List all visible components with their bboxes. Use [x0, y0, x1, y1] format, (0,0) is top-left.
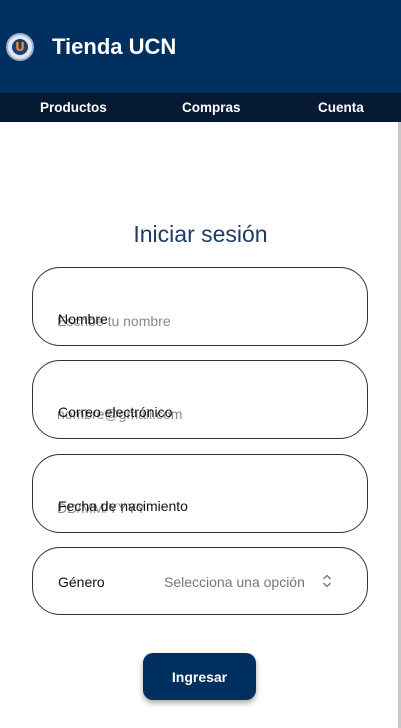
ucn-logo: U [6, 33, 34, 61]
page-title: Iniciar sesión [133, 221, 268, 247]
chevron-updown-icon[interactable] [322, 572, 332, 590]
app-title: Tienda UCN [52, 34, 177, 59]
app-header: U Tienda UCN [0, 0, 401, 93]
fecha-field[interactable]: Fecha de nacimiento [32, 454, 368, 533]
nav-cuenta[interactable]: Cuenta [318, 99, 364, 116]
top-nav: Productos Compras Cuenta [0, 93, 401, 122]
nombre-field[interactable]: Nombre [32, 267, 368, 346]
logo-letter: U [12, 39, 28, 55]
correo-field[interactable]: Correo electrónico [32, 360, 368, 439]
fecha-input[interactable] [57, 498, 347, 518]
genero-label: Género [58, 574, 105, 590]
nav-compras[interactable]: Compras [182, 99, 241, 116]
genero-select[interactable]: Selecciona una opción [164, 573, 305, 591]
genero-field[interactable]: Género Selecciona una opción [32, 547, 368, 615]
nav-productos[interactable]: Productos [40, 99, 107, 116]
correo-input[interactable] [57, 404, 347, 424]
nombre-input[interactable] [57, 311, 347, 331]
ingresar-button[interactable]: Ingresar [143, 653, 256, 700]
